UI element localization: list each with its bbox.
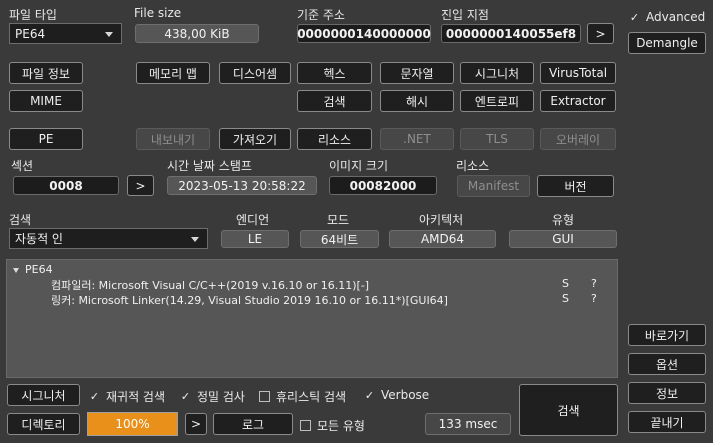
checkmark-icon: ✓ <box>629 10 640 24</box>
arch-label: 아키텍처 <box>419 213 464 227</box>
file-size-label: File size <box>134 6 182 20</box>
entry-point-go-button[interactable]: > <box>587 23 614 44</box>
results-tree[interactable]: PE64 컴파일러: Microsoft Visual C/C++(2019 v… <box>6 259 618 378</box>
section-label: 섹션 <box>11 159 34 173</box>
checkmark-icon: ✓ <box>364 388 375 402</box>
tls-button[interactable]: TLS <box>460 128 534 150</box>
recursive-label: 재귀적 검색 <box>106 390 166 404</box>
scan-mode-value: 자동적 인 <box>15 232 63 246</box>
advanced-label: Advanced <box>646 10 706 24</box>
hash-button[interactable]: 해시 <box>380 90 454 112</box>
tree-root[interactable]: PE64 <box>13 263 53 276</box>
extractor-button[interactable]: Extractor <box>540 90 616 112</box>
scan-mode-label: 검색 <box>9 213 32 227</box>
resources-button[interactable]: 리소스 <box>297 128 372 150</box>
chevron-down-icon <box>191 236 199 242</box>
result-item-compiler[interactable]: 컴파일러: Microsoft Visual C/C++(2019 v.16.1… <box>51 277 369 293</box>
virustotal-button[interactable]: VirusTotal <box>540 62 616 84</box>
overlay-button[interactable]: 오버레이 <box>540 128 616 150</box>
log-button[interactable]: 로그 <box>213 413 293 435</box>
exit-button[interactable]: 끝내기 <box>628 411 706 433</box>
result-item-linker[interactable]: 링커: Microsoft Linker(14.29, Visual Studi… <box>51 292 448 308</box>
image-size-label: 이미지 크기 <box>329 159 389 173</box>
demangle-button[interactable]: Demangle <box>628 32 706 54</box>
disasm-button[interactable]: 디스어셈 <box>219 62 291 84</box>
resources-label: 리소스 <box>456 159 490 173</box>
pe-button[interactable]: PE <box>9 128 83 150</box>
base-address-label: 기준 주소 <box>297 8 345 22</box>
net-button[interactable]: .NET <box>380 128 454 150</box>
strings-button[interactable]: 문자열 <box>380 62 454 84</box>
arch-value: AMD64 <box>389 230 496 248</box>
signatures-bottom-button[interactable]: 시그니처 <box>7 384 80 406</box>
export-button[interactable]: 내보내기 <box>136 128 210 150</box>
endian-label: 엔디언 <box>236 213 270 227</box>
directory-button[interactable]: 디렉토리 <box>7 413 80 435</box>
advanced-checkbox[interactable]: ✓ Advanced <box>629 10 705 24</box>
section-go-button[interactable]: > <box>127 175 154 196</box>
type-value: GUI <box>509 230 617 248</box>
heuristic-checkbox[interactable]: 휴리스틱 검색 <box>259 388 346 405</box>
import-button[interactable]: 가져오기 <box>219 128 291 150</box>
checkmark-icon: ✓ <box>89 390 100 403</box>
chevron-down-icon <box>105 31 113 37</box>
verbose-label: Verbose <box>381 388 430 402</box>
endian-value: LE <box>221 230 289 248</box>
all-types-label: 모든 유형 <box>317 419 365 433</box>
manifest-button[interactable]: Manifest <box>457 175 530 197</box>
hex-button[interactable]: 헥스 <box>297 62 372 84</box>
entry-point-value: 0000000140055ef8 <box>441 24 581 43</box>
result-help[interactable]: ? <box>591 277 597 290</box>
signatures-button[interactable]: 시그니처 <box>460 62 534 84</box>
file-type-label: 파일 타입 <box>9 8 57 22</box>
expand-arrow-icon <box>13 267 19 273</box>
file-size-value: 438,00 KiB <box>135 24 259 43</box>
version-button[interactable]: 버전 <box>537 175 614 197</box>
progress-text: 100% <box>115 417 150 431</box>
result-help[interactable]: ? <box>591 292 597 305</box>
type-label: 유형 <box>552 213 575 227</box>
options-button[interactable]: 옵션 <box>628 353 706 375</box>
file-type-value: PE64 <box>15 26 46 41</box>
file-type-select[interactable]: PE64 <box>9 23 122 44</box>
memory-map-button[interactable]: 메모리 맵 <box>136 62 210 84</box>
deep-scan-label: 정밀 검사 <box>197 390 245 404</box>
elapsed-time: 133 msec <box>425 413 511 435</box>
checkbox-empty-icon <box>259 391 270 402</box>
checkbox-empty-icon <box>300 420 311 431</box>
tree-root-label: PE64 <box>25 263 53 276</box>
section-value: 0008 <box>13 176 119 195</box>
heuristic-label: 휴리스틱 검색 <box>276 390 347 404</box>
search-tool-button[interactable]: 검색 <box>297 90 372 112</box>
result-flag: S <box>562 277 569 290</box>
info-button[interactable]: 정보 <box>628 382 706 404</box>
deep-scan-checkbox[interactable]: ✓ 정밀 검사 <box>180 388 245 405</box>
entry-point-label: 진입 지점 <box>441 8 489 22</box>
timestamp-label: 시간 날짜 스탬프 <box>167 159 252 173</box>
mode-label: 모드 <box>327 213 350 227</box>
mode-value: 64비트 <box>300 230 379 248</box>
scan-mode-select[interactable]: 자동적 인 <box>9 228 208 249</box>
scan-button[interactable]: 검색 <box>519 384 618 436</box>
recursive-checkbox[interactable]: ✓ 재귀적 검색 <box>89 388 165 405</box>
verbose-checkbox[interactable]: ✓ Verbose <box>364 388 429 402</box>
base-address-value: 0000000140000000 <box>297 24 431 43</box>
next-button[interactable]: > <box>185 413 207 435</box>
checkmark-icon: ✓ <box>180 390 191 403</box>
progress-bar: 100% <box>87 412 178 436</box>
all-types-checkbox[interactable]: 모든 유형 <box>300 417 365 434</box>
mime-button[interactable]: MIME <box>9 90 83 112</box>
image-size-value: 00082000 <box>329 176 437 195</box>
result-flag: S <box>562 292 569 305</box>
file-info-button[interactable]: 파일 정보 <box>9 62 83 84</box>
goto-button[interactable]: 바로가기 <box>628 324 706 346</box>
entropy-button[interactable]: 엔트로피 <box>460 90 534 112</box>
timestamp-value: 2023-05-13 20:58:22 <box>167 176 317 195</box>
